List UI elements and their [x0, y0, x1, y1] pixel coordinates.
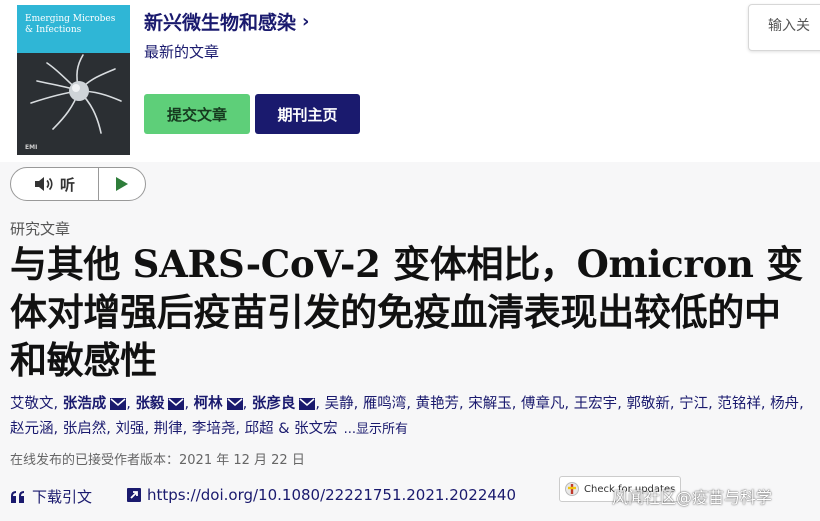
author-name: 王宏宇	[573, 396, 618, 412]
speaker-icon	[34, 177, 53, 191]
article-type: 研究文章	[10, 220, 71, 238]
author-name: 雁鸣湾	[362, 396, 407, 412]
author-link[interactable]: 杨舟	[770, 396, 799, 412]
author-name: 张启然	[62, 421, 107, 437]
listen-button[interactable]: 听	[11, 168, 99, 200]
author-name: 张文宏	[294, 421, 338, 437]
external-link-icon	[127, 488, 141, 502]
author-name: 宁江	[679, 396, 709, 412]
author-link[interactable]: 王宏宇	[574, 396, 618, 412]
author-separator: ,	[353, 396, 363, 412]
journal-homepage-button[interactable]: 期刊主页	[255, 94, 360, 134]
cover-title: Emerging Microbes & Infections	[25, 14, 116, 35]
author-separator: ,	[315, 396, 325, 412]
author-link[interactable]: 邱超	[245, 421, 274, 437]
author-name: 荆律	[153, 421, 183, 437]
doi-url: https://doi.org/10.1080/22221751.2021.20…	[147, 486, 517, 504]
author-name: 赵元涵	[10, 421, 54, 437]
email-icon[interactable]	[226, 398, 243, 410]
author-name: 吴静	[324, 396, 354, 412]
show-all-authors-link[interactable]: ...显示所有	[344, 422, 408, 437]
author-link[interactable]: 张文宏	[294, 421, 338, 437]
submit-article-button[interactable]: 提交文章	[144, 94, 250, 134]
author-name: 艾敬文	[10, 396, 54, 412]
listen-label: 听	[59, 175, 75, 194]
author-name: 张彦良	[251, 396, 296, 412]
author-link[interactable]: 张毅	[135, 396, 185, 412]
author-separator: ,	[182, 421, 192, 437]
author-separator: &	[273, 421, 295, 437]
author-name: 宋解玉	[468, 396, 512, 412]
author-list: 艾敬文, 张浩成, 张毅, 柯林, 张彦良, 吴静, 雁鸣湾, 黄艳芳, 宋解玉…	[10, 392, 810, 442]
article-title: 与其他 SARS-CoV-2 变体相比，Omicron 变体对增强后疫苗引发的免…	[10, 242, 803, 382]
author-link[interactable]: 柯林	[194, 396, 243, 412]
crossmark-icon	[565, 482, 579, 496]
author-name: 柯林	[193, 396, 223, 412]
cover-footer: EMI	[25, 144, 38, 151]
author-link[interactable]: 吴静	[325, 396, 354, 412]
author-link[interactable]: 张浩成	[63, 396, 127, 412]
author-name: 张毅	[135, 396, 165, 412]
search-box	[748, 4, 820, 51]
author-name: 杨舟	[770, 396, 800, 412]
author-link[interactable]: 范铭祥	[717, 396, 761, 412]
author-separator: ,	[184, 396, 194, 412]
author-name: 张浩成	[62, 396, 107, 412]
author-name: 郭敬新	[626, 396, 670, 412]
play-button[interactable]	[99, 168, 145, 200]
author-link[interactable]: 郭敬新	[626, 396, 670, 412]
published-date: 在线发布的已接受作者版本：2021 年 12 月 22 日	[10, 453, 305, 468]
author-separator: ,	[708, 396, 718, 412]
author-separator: ,	[235, 421, 245, 437]
chevron-right-icon: ›	[302, 11, 310, 32]
watermark: 风闻社区@疫苗与科学	[612, 488, 773, 507]
author-separator: ,	[669, 396, 680, 412]
article-section: 听 研究文章 与其他 SARS-CoV-2 变体相比，Omicron 变体对增强…	[0, 162, 820, 521]
download-citation-link[interactable]: 下载引文	[10, 486, 92, 507]
journal-name: 新兴微生物和感染	[144, 12, 297, 34]
author-link[interactable]: 荆律	[154, 421, 183, 437]
author-link[interactable]: 刘强	[115, 421, 144, 437]
author-name: 李培尧	[191, 421, 236, 437]
email-icon[interactable]	[110, 398, 127, 410]
author-link[interactable]: 张启然	[63, 421, 107, 437]
author-link[interactable]: 李培尧	[192, 421, 236, 437]
author-separator: ,	[564, 396, 574, 412]
author-separator: ,	[242, 396, 252, 412]
author-link[interactable]: 傅章凡	[521, 396, 565, 412]
author-name: 范铭祥	[717, 396, 761, 412]
journal-header: Emerging Microbes & Infections EMI 新兴微生物…	[0, 0, 820, 162]
virus-illustration-icon	[17, 53, 130, 143]
author-separator: ,	[53, 396, 63, 412]
author-link[interactable]: 黄艳芳	[416, 396, 460, 412]
author-link[interactable]: 张彦良	[252, 396, 316, 412]
play-icon	[116, 177, 128, 191]
search-input[interactable]	[768, 18, 820, 34]
author-separator: ,	[799, 396, 804, 412]
author-name: 刘强	[115, 421, 145, 437]
latest-articles-link[interactable]: 最新的文章	[144, 41, 219, 62]
quote-icon	[11, 490, 24, 503]
author-separator: ,	[53, 421, 63, 437]
author-link[interactable]: 宋解玉	[468, 396, 512, 412]
author-name: 黄艳芳	[415, 396, 460, 412]
author-separator: ,	[406, 396, 416, 412]
author-name: 傅章凡	[520, 396, 565, 412]
listen-control: 听	[10, 167, 146, 201]
author-separator: ,	[511, 396, 521, 412]
journal-cover-image[interactable]: Emerging Microbes & Infections EMI	[17, 5, 130, 155]
email-icon[interactable]	[168, 398, 185, 410]
author-separator: ,	[459, 396, 469, 412]
author-link[interactable]: 雁鸣湾	[363, 396, 407, 412]
download-citation-label: 下载引文	[32, 488, 93, 506]
author-separator: ,	[144, 421, 154, 437]
author-name: 邱超	[244, 421, 274, 437]
author-link[interactable]: 赵元涵	[10, 421, 54, 437]
author-link[interactable]: 艾敬文	[10, 396, 54, 412]
email-icon[interactable]	[299, 398, 316, 410]
author-separator: ,	[760, 396, 771, 412]
author-link[interactable]: 宁江	[679, 396, 708, 412]
journal-name-link[interactable]: 新兴微生物和感染 ›	[144, 8, 309, 35]
doi-link[interactable]: https://doi.org/10.1080/22221751.2021.20…	[127, 486, 516, 504]
